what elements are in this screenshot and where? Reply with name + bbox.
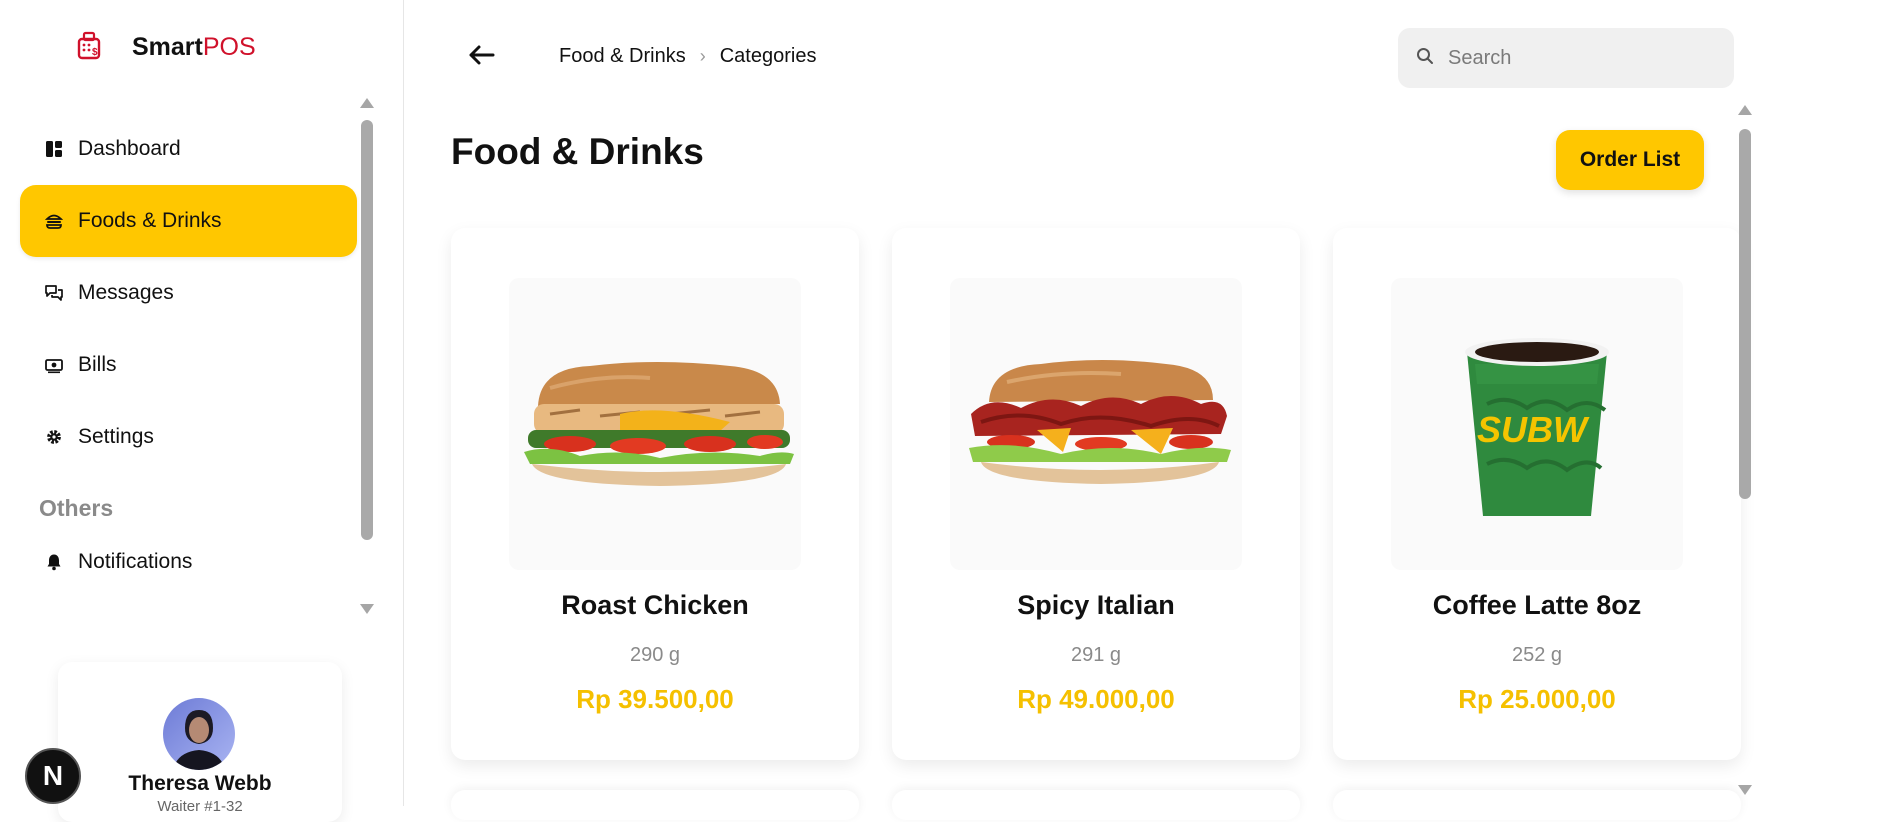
scroll-down-arrow-icon[interactable] xyxy=(360,604,374,614)
product-card[interactable]: SUBW Coffee Latte 8oz 252 g Rp 25.000,00 xyxy=(1333,228,1741,760)
sidebar-item-dashboard[interactable]: Dashboard xyxy=(20,113,357,185)
product-weight: 291 g xyxy=(1070,644,1122,666)
bills-icon xyxy=(44,355,64,375)
order-list-button[interactable]: Order List xyxy=(1556,130,1704,190)
messages-icon xyxy=(44,283,64,303)
sidebar-item-messages[interactable]: Messages xyxy=(20,257,357,329)
scroll-up-arrow-icon[interactable] xyxy=(1738,105,1752,115)
sidebar-item-label: Settings xyxy=(78,425,154,448)
product-card-peek[interactable] xyxy=(892,790,1300,820)
bell-icon xyxy=(44,552,64,572)
product-card-peek[interactable] xyxy=(1333,790,1741,820)
main-nav: Dashboard Foods & Drinks Messages Bills … xyxy=(20,113,357,473)
framework-badge[interactable]: N xyxy=(25,748,81,804)
scroll-up-arrow-icon[interactable] xyxy=(360,98,374,108)
page-title: Food & Drinks xyxy=(451,131,704,172)
product-price: Rp 25.000,00 xyxy=(1458,684,1616,714)
svg-text:$: $ xyxy=(92,47,98,58)
product-weight: 290 g xyxy=(629,644,681,666)
breadcrumb-item[interactable]: Food & Drinks xyxy=(559,45,686,68)
product-price: Rp 39.500,00 xyxy=(576,684,734,714)
product-card[interactable]: Roast Chicken 290 g Rp 39.500,00 xyxy=(451,228,859,760)
pos-register-icon: $ xyxy=(76,30,102,65)
sandwich-chicken-image xyxy=(509,278,801,570)
search-bar[interactable] xyxy=(1398,28,1734,88)
search-icon xyxy=(1416,47,1434,70)
product-grid: Roast Chicken 290 g Rp 39.500,00 Spicy I… xyxy=(451,228,1741,760)
logo[interactable]: $ SmartPOS xyxy=(76,30,256,65)
scrollbar-thumb[interactable] xyxy=(361,120,373,540)
sidebar-item-bills[interactable]: Bills xyxy=(20,329,357,401)
sidebar-item-label: Bills xyxy=(78,353,117,376)
sidebar-item-label: Notifications xyxy=(78,550,193,573)
profile-role: Waiter #1-32 xyxy=(157,798,243,815)
main-content: Food & Drinks › Categories Food & Drinks… xyxy=(404,0,1884,820)
burger-icon xyxy=(44,211,64,231)
main-scrollbar[interactable] xyxy=(1738,105,1752,795)
sidebar-scrollbar[interactable] xyxy=(360,98,374,618)
scrollbar-thumb[interactable] xyxy=(1739,129,1751,499)
others-section-title: Others xyxy=(39,495,114,521)
sidebar-item-label: Dashboard xyxy=(78,137,181,160)
others-nav: Notifications xyxy=(20,526,357,598)
product-name: Spicy Italian xyxy=(1017,590,1175,620)
product-card[interactable]: Spicy Italian 291 g Rp 49.000,00 xyxy=(892,228,1300,760)
sandwich-italian-image xyxy=(950,278,1242,570)
sidebar: $ SmartPOS Dashboard Foods & Drinks Mess… xyxy=(0,0,404,822)
sidebar-item-label: Messages xyxy=(78,281,174,304)
product-name: Roast Chicken xyxy=(561,590,749,620)
product-price: Rp 49.000,00 xyxy=(1017,684,1175,714)
sidebar-item-settings[interactable]: Settings xyxy=(20,401,357,473)
brand-name: SmartPOS xyxy=(132,33,256,61)
back-button[interactable] xyxy=(464,42,498,72)
product-name: Coffee Latte 8oz xyxy=(1432,590,1642,620)
search-input[interactable] xyxy=(1446,45,1710,71)
svg-text:SUBW: SUBW xyxy=(1477,409,1590,450)
profile-card[interactable]: Theresa Webb Waiter #1-32 xyxy=(58,662,342,822)
gear-icon xyxy=(44,427,64,447)
chevron-right-icon: › xyxy=(699,46,706,66)
sidebar-item-label: Foods & Drinks xyxy=(78,209,222,232)
dashboard-icon xyxy=(44,139,64,159)
scroll-down-arrow-icon[interactable] xyxy=(1738,785,1752,795)
product-weight: 252 g xyxy=(1511,644,1563,666)
sidebar-item-notifications[interactable]: Notifications xyxy=(20,526,357,598)
arrow-left-icon xyxy=(467,44,495,71)
avatar xyxy=(163,698,235,770)
sidebar-item-foods-drinks[interactable]: Foods & Drinks xyxy=(20,185,357,257)
breadcrumb-item[interactable]: Categories xyxy=(720,45,817,68)
product-card-peek[interactable] xyxy=(451,790,859,820)
coffee-cup-image: SUBW xyxy=(1391,278,1683,570)
profile-name: Theresa Webb xyxy=(128,772,272,795)
breadcrumb: Food & Drinks › Categories xyxy=(559,45,816,68)
